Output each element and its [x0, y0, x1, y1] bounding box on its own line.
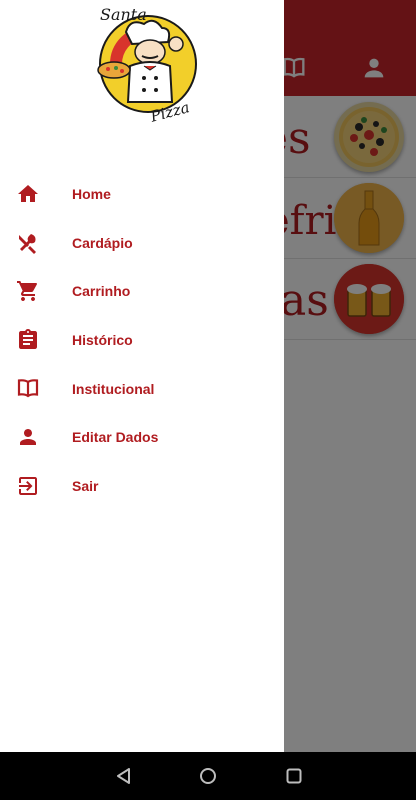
svg-text:Santa: Santa — [100, 5, 147, 24]
cart-icon — [17, 281, 37, 302]
menu-item-institucional[interactable]: Institucional — [0, 364, 284, 413]
menu-item-label: Editar Dados — [72, 429, 159, 446]
menu-item-label: Histórico — [72, 332, 133, 349]
book-icon — [17, 379, 39, 398]
back-icon[interactable] — [114, 766, 134, 786]
menu-item-cardapio[interactable]: Cardápio — [0, 219, 284, 268]
clipboard-icon — [19, 328, 37, 349]
menu-item-historico[interactable]: Histórico — [0, 316, 284, 365]
home-icon — [18, 185, 38, 202]
menu-item-label: Cardápio — [72, 234, 133, 251]
menu-item-carrinho[interactable]: Carrinho — [0, 267, 284, 316]
santa-pizza-logo: Santa Pizza — [96, 4, 200, 126]
person-icon — [20, 428, 36, 445]
menu-item-label: Sair — [72, 477, 99, 494]
menu-item-label: Carrinho — [72, 283, 131, 300]
menu-item-label: Home — [72, 186, 111, 203]
drawer-menu: Home Cardápio Carrinho Histórico Institu… — [0, 170, 284, 510]
home-circle-icon[interactable] — [198, 766, 218, 786]
menu-item-home[interactable]: Home — [0, 170, 284, 219]
menu-item-label: Institucional — [72, 380, 155, 397]
recents-icon[interactable] — [284, 766, 304, 786]
utensils-icon — [19, 233, 36, 254]
logout-icon — [19, 476, 37, 495]
system-navigation-bar — [0, 752, 416, 800]
menu-item-editar-dados[interactable]: Editar Dados — [0, 413, 284, 462]
menu-item-sair[interactable]: Sair — [0, 462, 284, 511]
navigation-drawer: Santa Pizza Home Cardápio Carrinho Histó… — [0, 0, 284, 752]
